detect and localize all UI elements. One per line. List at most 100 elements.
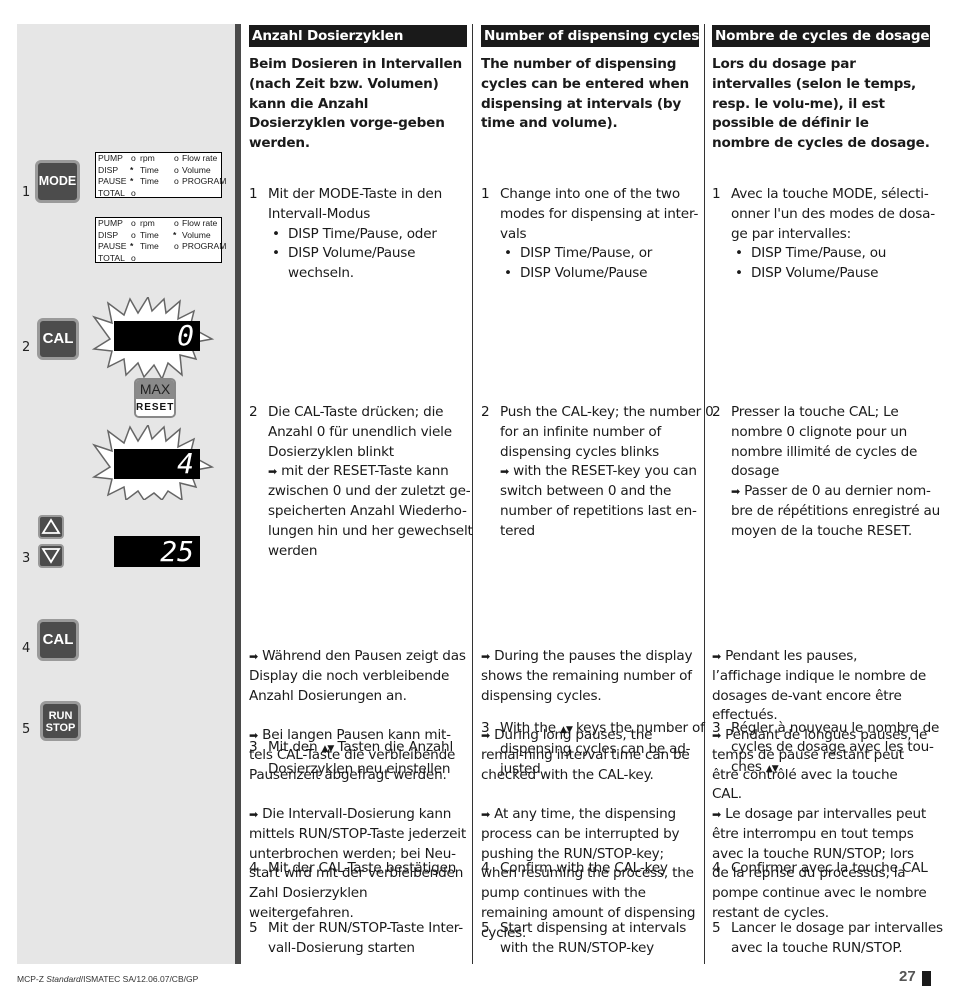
step-text: Die CAL-Taste drücken; die Anzahl 0 für … [268,403,452,460]
page-number: 27 [899,968,916,985]
lcd-display-25: 25 [114,536,200,567]
step-text: Mit der MODE-Taste in den Intervall-Modu… [268,186,443,222]
footer-doc-reference: MCP-Z Standard/ISMATEC SA/12.06.07/CB/GP [17,974,198,984]
section-heading: Number of dispensing cycles [481,25,699,47]
arrow-right-icon: ➡ [249,808,259,821]
max-label: MAX [136,380,174,399]
step-num: 1 [249,186,258,202]
status-label: PUMP [98,153,123,163]
status-display-volume-pause: PUMP o rpm o Flow rate DISP o Time * Volume PAUS… [95,217,226,263]
run-stop-key[interactable]: RUN STOP [40,701,81,741]
up-arrow-key[interactable] [38,515,64,539]
lcd-value: 4 [177,447,194,480]
indicator-blink-icon: * [173,229,177,240]
indicator-off-icon: o [131,187,136,198]
arrow-right-icon: ➡ [731,485,741,499]
indicator-off-icon: o [174,153,179,163]
arrow-right-icon: ➡ [712,650,722,663]
mode-key-label: MODE [38,174,77,188]
indicator-off-icon: o [131,229,136,240]
status-option: Time [140,176,159,186]
step-2: 2 Presser la touche CAL; Le nombre 0 clig… [712,403,949,542]
note-text: During the pauses the display shows the … [481,648,693,704]
panel-divider-bar [235,24,241,964]
intro-paragraph: The number of dispensing cycles can be e… [481,56,689,132]
status-option: Volume [182,164,211,175]
text-column-fr: Nombre de cycles de dosage Lors du dosage… [712,25,943,956]
indicator-blink-icon: * [130,241,134,251]
status-label: TOTAL [98,187,125,198]
step-text: Change into one of the two modes for dis… [500,186,699,242]
indicator-off-icon: o [174,218,179,228]
down-arrow-key[interactable] [38,544,64,568]
section-heading: Anzahl Dosierzyklen [249,25,467,47]
status-option: Flow rate [182,218,218,228]
bullet-item: DISP Volume/Pause [268,244,486,264]
indicator-off-icon: o [131,153,136,163]
status-label: TOTAL [98,252,125,263]
step-1: 1 Mit der MODE-Taste in den Intervall-Mod… [249,185,486,284]
status-label: PUMP [98,218,123,228]
status-option: rpm [140,218,155,228]
cal-key[interactable]: CAL [37,318,79,360]
step-note: Passer de 0 au dernier nom-bre de répéti… [731,483,941,539]
step-number: 4 [22,641,31,656]
indicator-off-icon: o [131,218,136,228]
step-number: 2 [22,340,31,355]
footer-prefix: MCP-Z [17,974,47,984]
note-paragraph: ➡ Während den Pausen zeigt das Display d… [249,647,467,706]
indicator-off-icon: o [174,176,179,186]
status-label: PAUSE [98,176,127,186]
indicator-off-icon: o [174,164,179,175]
note-text: Bei langen Pausen kann mit-tels CAL-Tast… [249,727,456,783]
mode-key[interactable]: MODE [35,160,80,203]
note-paragraph: ➡ Bei langen Pausen kann mit-tels CAL-Ta… [249,726,467,785]
step-text: Mit der RUN/STOP-Taste Inter-vall-Dosier… [268,919,464,956]
step-num: 2 [249,403,258,420]
note-paragraph: ➡ Pendant de longues pauses, le temps de… [712,726,930,805]
step-text: Push the CAL-key; the number 0 for an in… [500,403,714,460]
bullet-item: DISP Time/Pause, oder [268,225,486,245]
footer-suffix: /ISMATEC SA/12.06.07/CB/GP [80,974,199,984]
step-5: 5 Mit der RUN/STOP-Taste Inter-vall-Dosie… [249,919,486,959]
arrow-right-icon: ➡ [481,729,491,742]
step-2: 2 Push the CAL-key; the number 0 for an i… [481,403,718,542]
cal-key-label: CAL [42,631,74,648]
indicator-blink-icon: * [130,164,134,175]
status-option: PROGRAM [182,176,227,186]
step-number: 1 [22,185,31,200]
note-text: Während den Pausen zeigt das Display die… [249,648,466,704]
step-text: Presser la touche CAL; Le nombre 0 clign… [731,403,918,480]
cal-key[interactable]: CAL [37,619,79,661]
note-text: During long pauses, the remai-ning inter… [481,727,690,783]
text-column-de: Anzahl Dosierzyklen Beim Dosieren in Inte… [249,25,473,956]
reset-label: RESET [136,399,174,416]
intro-paragraph: Beim Dosieren in Intervallen (nach Zeit … [249,56,462,152]
cal-key-label: CAL [42,330,74,347]
arrow-right-icon: ➡ [268,465,278,479]
arrow-right-icon: ➡ [249,650,259,663]
run-label: RUN [48,710,73,722]
status-option: Time [140,229,159,240]
bullet-item: DISP Volume/Pause [500,264,718,284]
status-label: DISP [98,229,119,240]
stop-label: STOP [45,722,76,734]
note-text: Pendant de longues pauses, le temps de p… [712,727,928,803]
status-option: Time [140,241,159,251]
note-paragraph: ➡ Pendant les pauses, l’affichage indiqu… [712,647,930,726]
arrow-right-icon: ➡ [481,650,491,663]
lcd-display-blink-0: 0 [114,321,200,351]
max-reset-key[interactable]: MAX RESET [134,378,176,418]
step-2: 2 Die CAL-Taste drücken; die Anzahl 0 für… [249,403,486,561]
page-marker [922,971,931,986]
step-1: 1 Avec la touche MODE, sélecti-onner l'un… [712,185,949,284]
status-option: Time [140,164,159,175]
note-paragraph: ➡ Die Intervall-Dosierung kann mittels R… [249,805,467,924]
lcd-value: 25 [160,535,194,568]
triangle-up-icon [41,518,61,534]
step-text-after: wechseln. [288,265,354,282]
arrow-right-icon: ➡ [712,729,722,742]
note-paragraph: ➡ At any time, the dispensing process ca… [481,805,699,944]
status-option: Volume [182,229,211,240]
triangle-down-icon [41,548,61,564]
